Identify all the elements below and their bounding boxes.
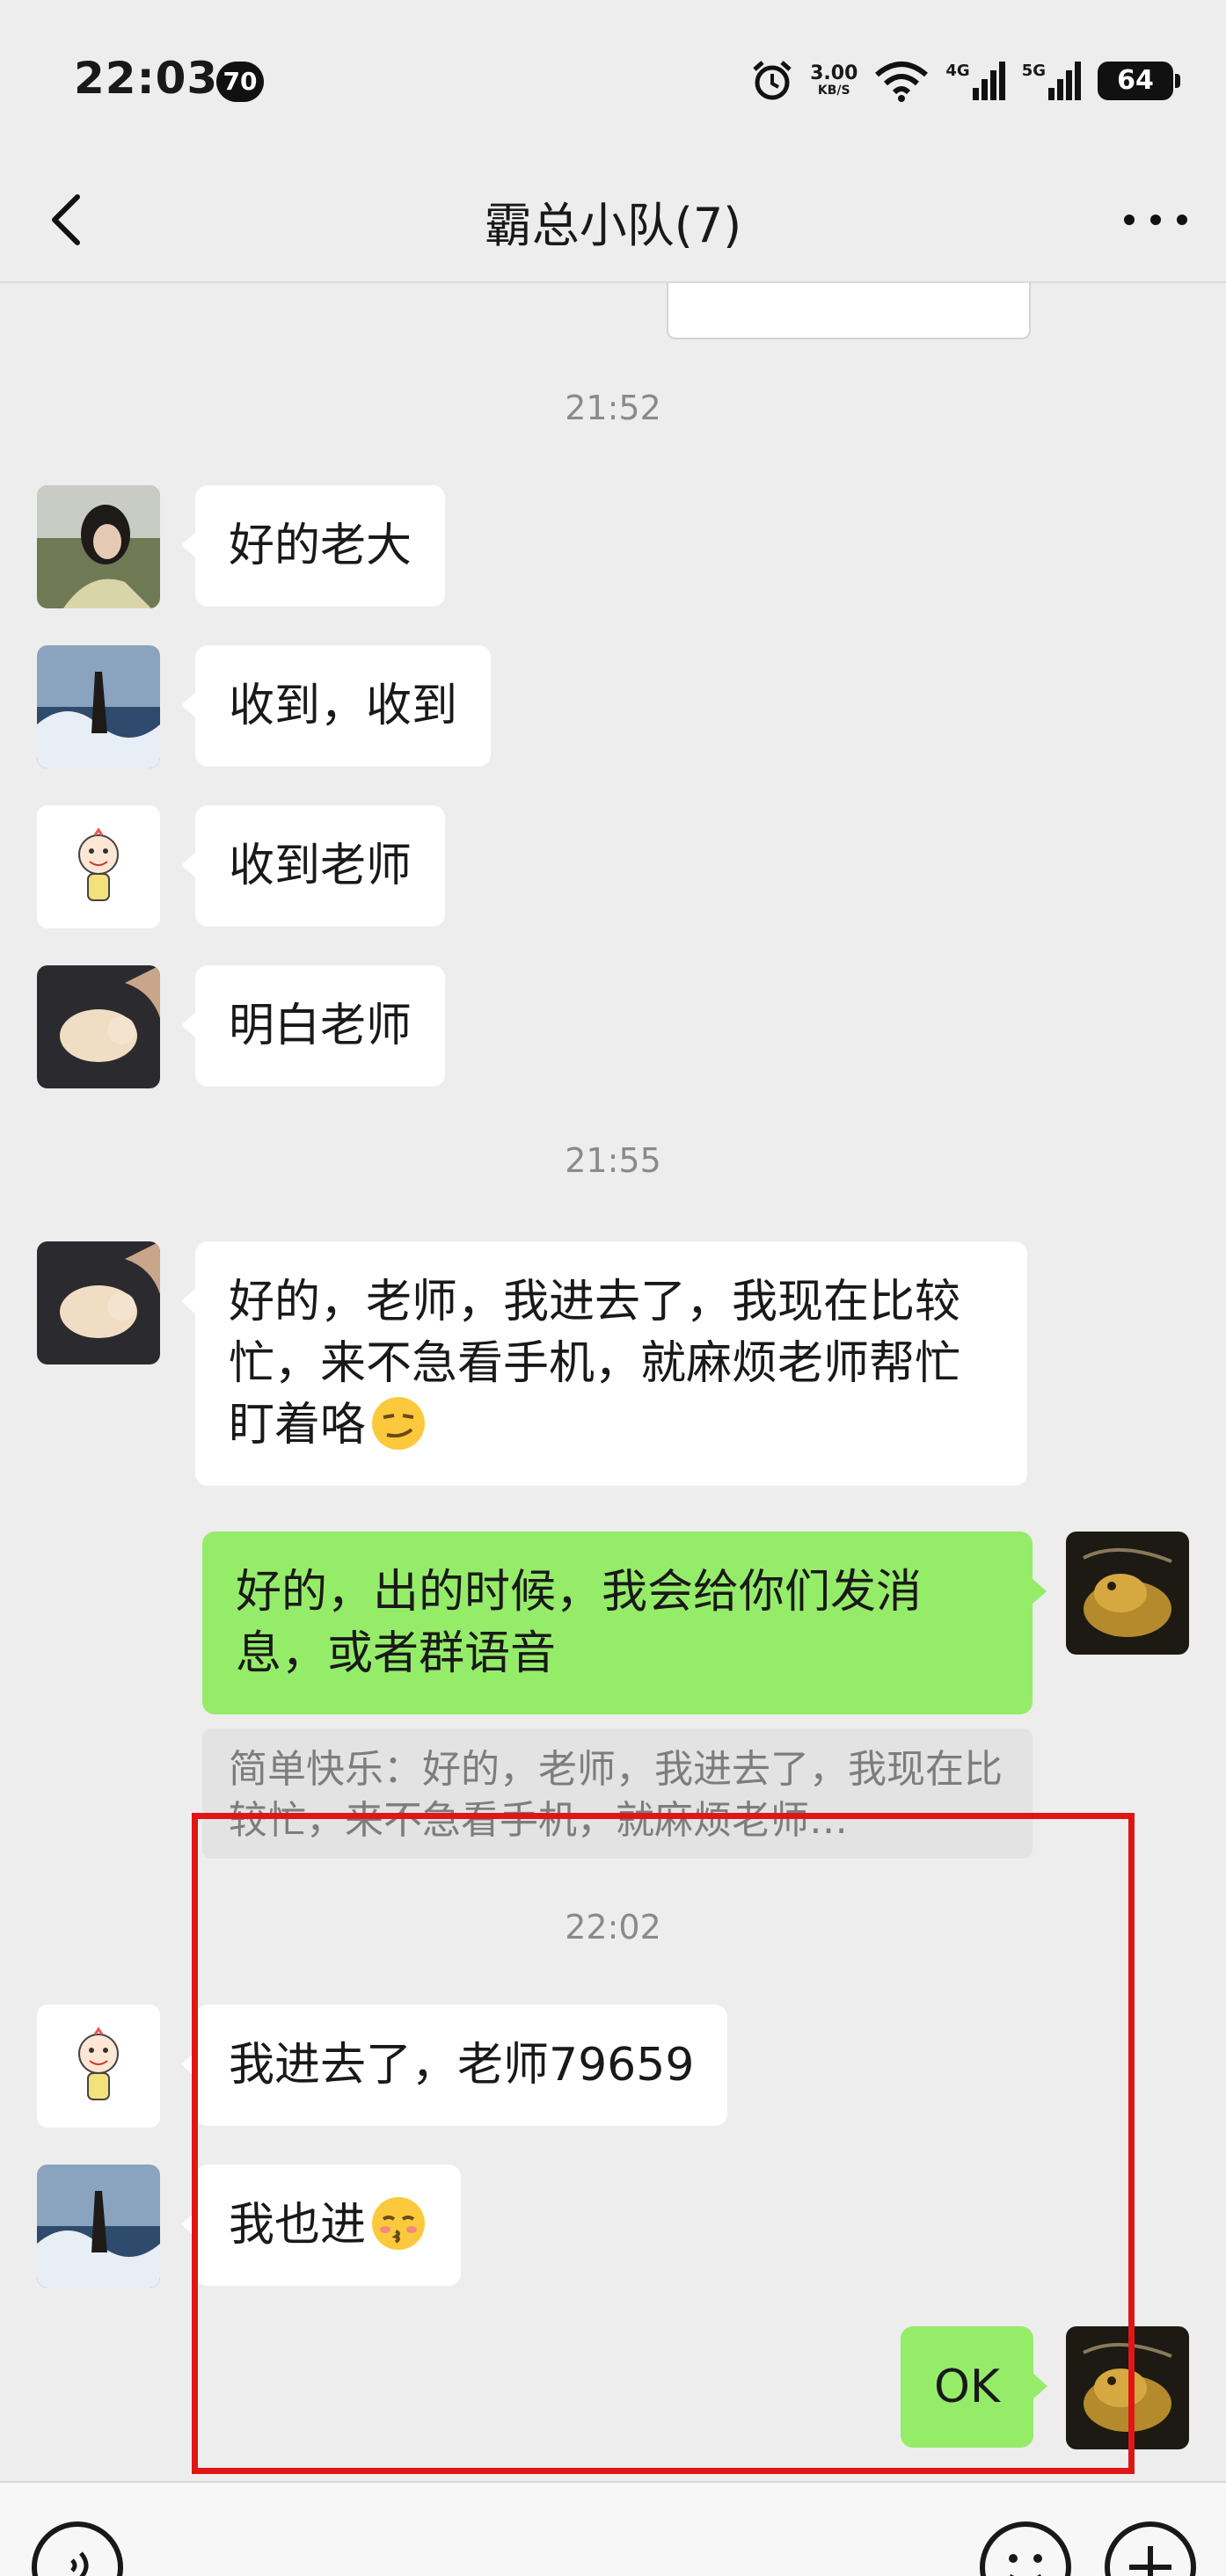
signal-5g-label: 5G xyxy=(1021,62,1046,80)
net-speed-value: 3.00 xyxy=(810,62,858,84)
message-text: 好的，老师，我进去了，我现在比较忙，来不急看手机，就麻烦老师帮忙盯着咯 xyxy=(229,1276,961,1452)
avatar[interactable] xyxy=(37,2165,160,2288)
net-speed: 3.00 KB/S xyxy=(810,64,857,98)
avatar[interactable] xyxy=(37,2005,160,2128)
more-dots-icon[interactable] xyxy=(1112,185,1200,255)
avatar[interactable] xyxy=(37,645,160,768)
avatar[interactable] xyxy=(1066,1532,1189,1655)
timestamp: 21:52 xyxy=(565,389,661,427)
avatar[interactable] xyxy=(37,965,160,1088)
previous-message-fragment xyxy=(667,283,1031,339)
signal-4g-label: 4G xyxy=(945,62,970,80)
message-list[interactable]: 21:52 好的老大 收到，收到 收到老师 明白老师 21:55 好的，老师，我… xyxy=(0,283,1226,2481)
chat-header: 霸总小队(7) xyxy=(0,158,1226,283)
plus-icon[interactable] xyxy=(1105,2521,1196,2576)
message-bubble[interactable]: 收到老师 xyxy=(180,805,446,927)
wifi-icon xyxy=(875,62,929,102)
status-time: 22:03 xyxy=(74,53,219,104)
alarm-icon xyxy=(753,61,792,100)
chat-title: 霸总小队(7) xyxy=(484,198,742,253)
avatar[interactable] xyxy=(37,805,160,928)
emoji-icon[interactable] xyxy=(980,2521,1071,2576)
net-speed-unit: KB/S xyxy=(817,84,850,98)
message-bubble[interactable]: 收到，收到 xyxy=(180,645,492,767)
input-bar xyxy=(0,2481,1226,2576)
avatar[interactable] xyxy=(37,1241,160,1364)
voice-icon[interactable] xyxy=(32,2521,123,2576)
message-bubble[interactable]: 好的，老师，我进去了，我现在比较忙，来不急看手机，就麻烦老师帮忙盯着咯 xyxy=(181,1241,1027,1486)
smirk-emoji-icon xyxy=(372,1397,426,1450)
status-bar: 22:03 70 3.00 KB/S 4G 5G 64 xyxy=(0,0,1226,158)
notification-badge: 70 xyxy=(216,62,264,102)
message-bubble-outgoing[interactable]: 好的，出的时候，我会给你们发消息，或者群语音 xyxy=(202,1532,1047,1714)
signal-4g: 4G xyxy=(945,62,1005,100)
avatar[interactable] xyxy=(37,485,160,608)
signal-icon xyxy=(1048,62,1081,100)
highlight-box xyxy=(192,1813,1135,2474)
message-bubble[interactable]: 好的老大 xyxy=(180,485,446,607)
battery-icon: 64 xyxy=(1098,62,1180,100)
timestamp: 21:55 xyxy=(565,1141,661,1180)
status-icons: 3.00 KB/S 4G 5G 64 xyxy=(750,55,1180,107)
signal-5g: 5G xyxy=(1022,62,1082,100)
message-bubble[interactable]: 明白老师 xyxy=(180,965,446,1087)
signal-icon xyxy=(972,62,1005,100)
